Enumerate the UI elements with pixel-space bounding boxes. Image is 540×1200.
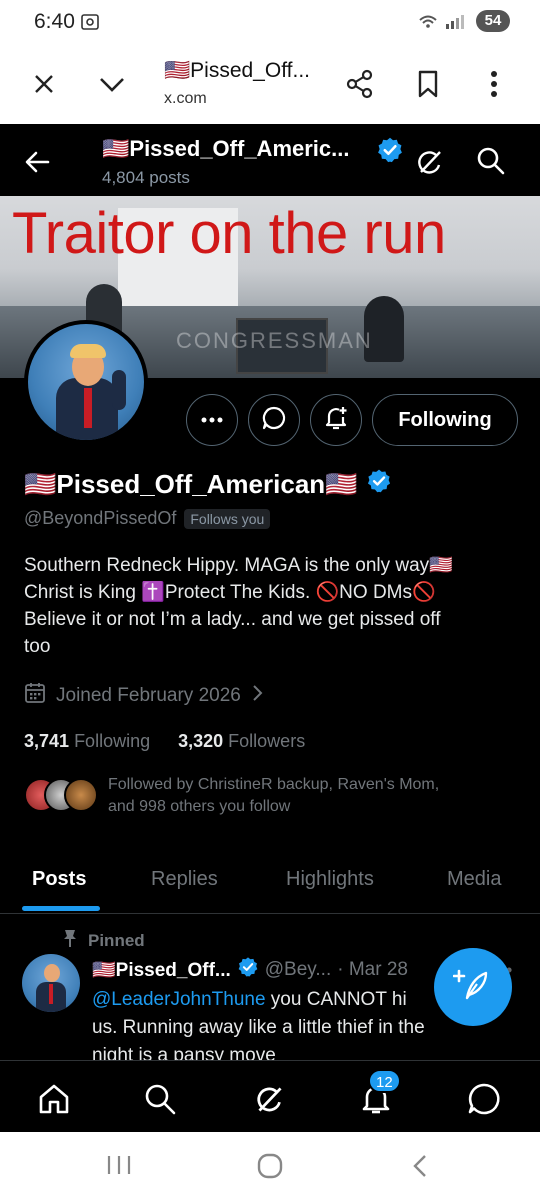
bookmark-icon[interactable] [410,66,446,102]
posts-count: 4,804 posts [102,168,190,187]
android-nav-bar [0,1132,540,1200]
followed-by-line: Followed by ChristineR backup, Raven's M… [108,776,440,793]
post-mention[interactable]: @LeaderJohnThune [92,989,266,1010]
pin-icon [62,928,78,953]
share-icon[interactable] [342,66,378,102]
header-profile-name: 🇺🇸Pissed_Off_Americ... [102,136,350,161]
followed-by-avatars [24,778,98,814]
status-time: 6:40 [34,10,75,33]
pinned-label: Pinned [88,930,145,950]
calendar-icon [24,682,46,710]
verified-badge-icon [237,956,259,984]
bio-line: Christ is King ✝️Protect The Kids. 🚫NO D… [24,582,436,603]
more-options-button[interactable] [186,394,238,446]
profile-page: 🇺🇸Pissed_Off_Americ... 4,804 posts Trait… [0,124,540,1060]
post-handle: @Bey... [264,959,332,980]
recents-icon[interactable] [106,1154,132,1181]
profile-tabs: Posts Replies Highlights Media [0,854,540,914]
chevron-down-icon[interactable] [94,66,130,102]
followers-stat[interactable]: 3,320 Followers [178,731,305,752]
message-button[interactable] [248,394,300,446]
following-stat[interactable]: 3,741 Following [24,731,150,752]
tab-posts[interactable]: Posts [32,868,86,891]
notification-add-icon [322,404,350,437]
signal-icon [418,12,468,34]
message-icon [261,405,287,436]
tab-highlights[interactable]: Highlights [286,868,374,891]
active-tab-indicator [22,906,100,911]
more-icon [200,411,224,429]
banner-watermark: CONGRESSMAN [176,328,373,353]
tab-replies[interactable]: Replies [151,868,218,891]
verified-badge-icon [376,136,404,169]
compose-post-button[interactable] [434,948,512,1026]
notifications-button[interactable] [310,394,362,446]
feather-plus-icon [452,965,493,1010]
followers-label: Followers [228,731,306,751]
post-text[interactable]: @LeaderJohnThune you CANNOT hi us. Runni… [92,986,492,1060]
following-button[interactable]: Following [372,394,518,446]
joined-date: Joined February 2026 [56,685,241,706]
browser-page-title: 🇺🇸Pissed_Off... [164,59,310,82]
bottom-nav: 12 [0,1060,540,1132]
avatar [64,778,98,812]
following-label: Following [74,731,151,751]
post-header: 🇺🇸Pissed_Off... @Bey... · Mar 28 [92,956,408,984]
browser-url: x.com [164,90,207,107]
profile-top-nav: 🇺🇸Pissed_Off_Americ... 4,804 posts [0,124,540,196]
joined-date-row[interactable]: Joined February 2026 [24,682,263,710]
profile-avatar[interactable] [24,320,148,444]
post-line: @LeaderJohnThune you CANNOT hi [92,986,492,1014]
followed-by-text: Followed by ChristineR backup, Raven's M… [108,774,518,818]
more-vertical-icon[interactable] [476,66,512,102]
follows-you-badge: Follows you [184,508,271,529]
tab-media[interactable]: Media [447,868,501,891]
followers-count: 3,320 [178,731,224,751]
pinned-indicator: Pinned [62,928,145,953]
chat-icon[interactable] [464,1079,504,1119]
home-icon[interactable] [34,1079,74,1119]
post-line-rest: you CANNOT hi [265,989,407,1010]
post-line: us. Running away like a little thief in … [92,1017,425,1038]
profile-display-name: 🇺🇸Pissed_Off_American🇺🇸 [24,469,358,499]
follow-stats: 3,741 Following 3,320 Followers [24,731,305,752]
post-avatar[interactable] [22,954,80,1012]
battery-indicator: 54 [476,10,510,32]
search-icon[interactable] [474,144,508,183]
profile-handle: @BeyondPissedOf [24,508,177,528]
post-author[interactable]: 🇺🇸Pissed_Off... [92,958,231,982]
profile-display-name-row: 🇺🇸Pissed_Off_American🇺🇸 [24,468,392,501]
search-icon[interactable] [140,1079,180,1119]
back-arrow-icon[interactable] [20,144,56,180]
post-line: night is a pansy move [92,1045,276,1060]
screenshot-icon [80,12,100,37]
notifications-badge: 12 [368,1069,401,1093]
post-date: · Mar 28 [337,959,408,980]
status-bar: 6:40 54 [0,0,540,46]
close-icon[interactable] [26,66,62,102]
grok-icon[interactable] [250,1079,290,1119]
home-circle-icon[interactable] [256,1152,284,1185]
followed-by-line: and 998 others you follow [108,798,291,815]
bio-line: Southern Redneck Hippy. MAGA is the only… [24,555,453,576]
profile-bio: Southern Redneck Hippy. MAGA is the only… [24,552,520,660]
chevron-right-icon [251,684,263,708]
grok-icon[interactable] [412,144,448,185]
bio-line: too [24,636,51,657]
browser-toolbar: 🇺🇸Pissed_Off... x.com [0,46,540,124]
verified-badge-icon[interactable] [366,468,392,501]
handle-row: @BeyondPissedOf Follows you [24,508,271,529]
bio-line: Believe it or not I’m a lady... and we g… [24,609,441,630]
back-icon[interactable] [410,1154,430,1183]
following-count: 3,741 [24,731,70,751]
banner-headline: Traitor on the run [12,201,446,266]
followed-by-row[interactable]: Followed by ChristineR backup, Raven's M… [24,772,520,820]
